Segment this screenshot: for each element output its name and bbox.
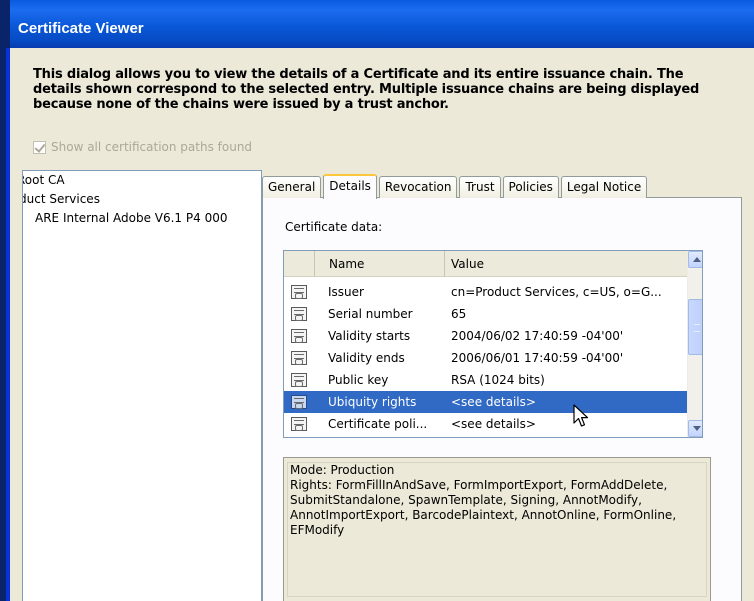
intro-text: This dialog allows you to view the detai… [33, 67, 733, 112]
value-column-label: Value [451, 257, 484, 271]
show-all-paths-checkbox[interactable]: Show all certification paths found [33, 140, 252, 154]
row-value: cn=Product Services, c=US, o=G... [451, 285, 662, 299]
detail-line: EFModify [290, 523, 345, 537]
detail-line: Mode: Production [290, 463, 395, 477]
window-title: Certificate Viewer [18, 20, 144, 37]
tab-policies[interactable]: Policies [502, 176, 559, 198]
value-column-header[interactable]: Value [444, 251, 687, 277]
row-value: 2006/06/01 17:40:59 -04'00' [451, 351, 624, 365]
row-name: Issuer [328, 285, 364, 299]
certificate-data-list[interactable]: Name Value Issuer cn=Product Services, c… [283, 250, 703, 438]
table-row[interactable]: Issuer cn=Product Services, c=US, o=G... [284, 281, 687, 303]
tab-trust[interactable]: Trust [459, 176, 501, 198]
table-row-selected[interactable]: Ubiquity rights <see details> [284, 391, 687, 413]
certificate-chain-tree[interactable]: Root CA duct Services ARE Internal Adobe… [22, 170, 262, 601]
chain-item-leaf[interactable]: ARE Internal Adobe V6.1 P4 000 [35, 209, 261, 228]
row-name: Validity ends [328, 351, 405, 365]
icon-column-header[interactable] [284, 251, 314, 277]
row-name: Public key [328, 373, 389, 387]
name-column-label: Name [329, 257, 365, 271]
table-row[interactable]: Validity starts 2004/06/02 17:40:59 -04'… [284, 325, 687, 347]
certificate-field-icon [291, 417, 307, 431]
certificate-field-icon [291, 395, 307, 409]
row-name: Serial number [328, 307, 413, 321]
list-header: Name Value [284, 251, 687, 277]
certificate-field-icon [291, 307, 307, 321]
table-row[interactable]: Validity ends 2006/06/01 17:40:59 -04'00… [284, 347, 687, 369]
row-name: Ubiquity rights [328, 395, 417, 409]
intro-line-2: details shown correspond to the selected… [33, 82, 700, 97]
scroll-down-button[interactable] [688, 420, 702, 437]
tab-legal-notice[interactable]: Legal Notice [560, 176, 648, 198]
tab-strip: General Details Revocation Trust Policie… [262, 174, 649, 199]
mouse-cursor-icon [573, 404, 589, 427]
row-name: Validity starts [328, 329, 411, 343]
detail-line: AnnotImportExport, BarcodePlaintext, Ann… [290, 508, 677, 522]
certificate-data-label: Certificate data: [285, 220, 383, 234]
detail-line: SubmitStandalone, SpawnTemplate, Signing… [290, 493, 642, 507]
scroll-thumb[interactable] [688, 299, 702, 355]
row-value: <see details> [451, 395, 536, 409]
table-row[interactable]: Certificate poli... <see details> [284, 413, 687, 435]
certificate-field-icon [291, 285, 307, 299]
scroll-up-button[interactable] [688, 251, 702, 268]
row-value: 2004/06/02 17:40:59 -04'00' [451, 329, 624, 343]
field-details-textbox[interactable]: Mode: Production Rights: FormFillInAndSa… [283, 457, 711, 601]
intro-line-1: This dialog allows you to view the detai… [33, 67, 684, 82]
row-value: <see details> [451, 417, 536, 431]
certificate-field-icon [291, 351, 307, 365]
certificate-field-icon [291, 373, 307, 387]
row-name: Certificate poli... [328, 417, 428, 431]
tab-revocation[interactable]: Revocation [378, 176, 458, 198]
window-titlebar[interactable]: Certificate Viewer [10, 0, 754, 48]
table-row[interactable]: Public key RSA (1024 bits) [284, 369, 687, 391]
tab-details[interactable]: Details [323, 174, 377, 199]
chain-item-intermediate[interactable]: duct Services [23, 190, 261, 209]
table-row[interactable]: Serial number 65 [284, 303, 687, 325]
field-details-content: Mode: Production Rights: FormFillInAndSa… [287, 462, 707, 597]
certificate-field-icon [291, 329, 307, 343]
window-left-border-inner [6, 48, 10, 601]
detail-line: Rights: FormFillInAndSave, FormImportExp… [290, 478, 668, 492]
row-value: RSA (1024 bits) [451, 373, 545, 387]
tab-general[interactable]: General [262, 176, 322, 198]
row-value: 65 [451, 307, 467, 321]
chain-item-root[interactable]: Root CA [23, 171, 261, 190]
check-icon [33, 140, 46, 154]
chevron-up-icon [692, 257, 701, 262]
name-column-header[interactable]: Name [314, 251, 444, 277]
chevron-down-icon [692, 426, 701, 431]
intro-line-3: because none of the chains were issued b… [33, 97, 449, 112]
list-vertical-scrollbar[interactable] [687, 251, 702, 437]
show-all-paths-label: Show all certification paths found [51, 140, 253, 154]
